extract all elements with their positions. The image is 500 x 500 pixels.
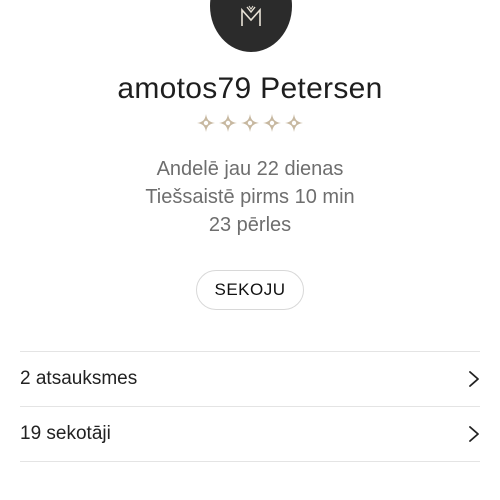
monogram-logo-icon (241, 5, 261, 26)
star-icon (241, 114, 259, 132)
followers-label: 19 sekotāji (20, 423, 111, 444)
pearls-count-text: 23 pērles (208, 214, 292, 236)
star-icon (197, 114, 215, 132)
username: amotos79 Petersen (117, 72, 383, 105)
profile-links-list: 2 atsauksmes 19 sekotāji (20, 351, 480, 462)
star-icon (219, 114, 237, 132)
star-icon (285, 114, 303, 132)
followers-list-item[interactable]: 19 sekotāji (20, 407, 480, 461)
star-icon (263, 114, 281, 132)
divider (20, 461, 480, 462)
rating-stars (0, 113, 500, 133)
profile-stats: Andelē jau 22 dienas Tiešsaistē pirms 10… (0, 155, 500, 239)
reviews-label: 2 atsauksmes (20, 368, 138, 389)
chevron-right-icon (469, 426, 479, 442)
follow-button[interactable]: SEKOJU (196, 270, 304, 310)
reviews-list-item[interactable]: 2 atsauksmes (20, 352, 480, 406)
chevron-right-icon (469, 371, 479, 387)
last-online-text: Tiešsaistē pirms 10 min (145, 186, 355, 208)
member-since-text: Andelē jau 22 dienas (156, 158, 344, 180)
profile-page: amotos79 Petersen Andelē jau 22 dienas T… (0, 0, 500, 500)
avatar[interactable] (210, 0, 292, 52)
